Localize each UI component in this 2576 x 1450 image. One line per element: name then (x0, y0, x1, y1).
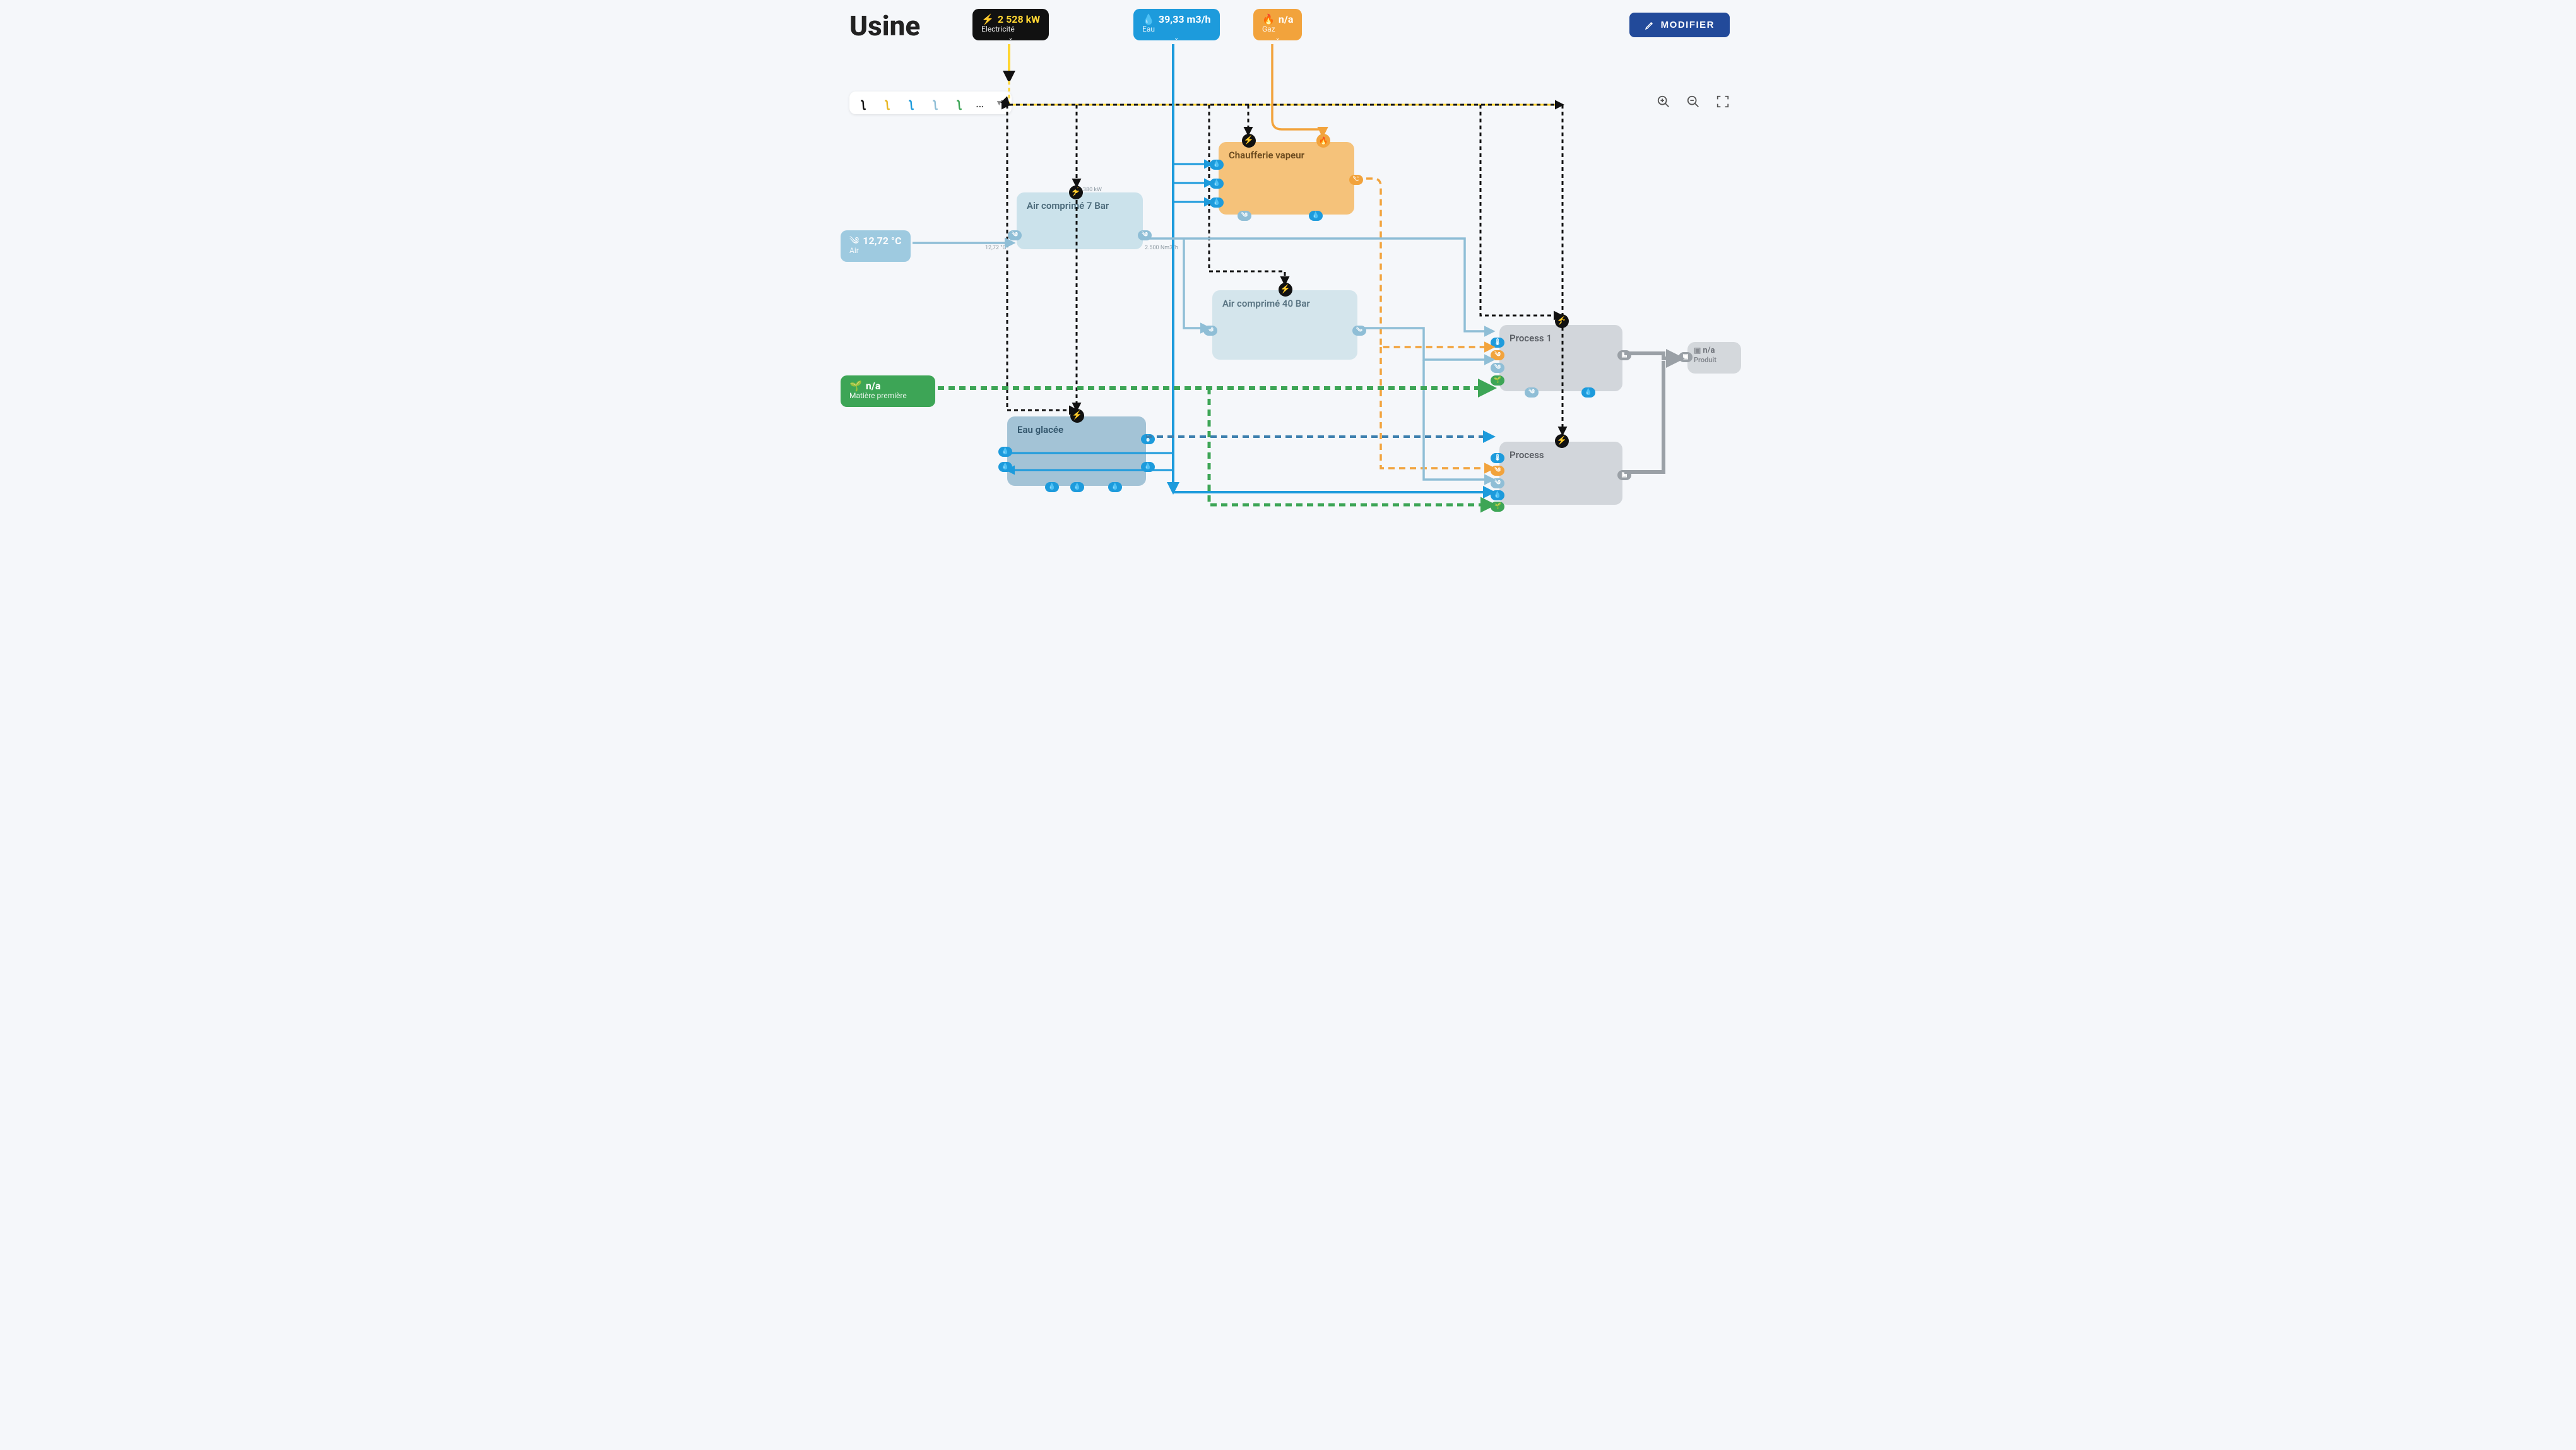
node-steam-elec-port[interactable]: ⚡ (1242, 134, 1256, 148)
edge-elec-bus-yellow (1009, 81, 1563, 105)
input-raw-material[interactable]: 🌱n/a Matière première (841, 375, 935, 407)
node-process[interactable]: Process 🌡 ༄ ༄ 💧 🌱 ▣ (1499, 442, 1622, 505)
port-ice-b3[interactable]: 💧 (1108, 482, 1122, 492)
edit-button-label: MODIFIER (1661, 20, 1715, 30)
edge-steam-proc1 (1356, 179, 1493, 347)
proc-in-water[interactable]: 🌡 (1491, 453, 1504, 463)
node-process1[interactable]: Process 1 🌡 ༄ ༄ 🌱 ༄ 💧 ▣ (1499, 325, 1622, 391)
stream-water-icon[interactable]: ʅ (905, 95, 918, 111)
edge-air40-proc1 (1359, 328, 1493, 360)
port-ice-in1[interactable]: 💧 (998, 447, 1012, 457)
node-air40-elec-port[interactable]: ⚡ (1279, 283, 1292, 297)
annotation-air7-left: 12,72 °C (985, 245, 1006, 251)
proc-in-steam[interactable]: ༄ (1491, 466, 1504, 476)
edge-air40-proc (1424, 360, 1493, 480)
more-streams-icon[interactable]: … (976, 95, 984, 110)
input-gas[interactable]: 🔥n/a Gaz ⌄ (1253, 9, 1302, 40)
pencil-icon (1645, 20, 1655, 30)
input-electricity[interactable]: ⚡2 528 kW Electricité ⌄ (972, 9, 1049, 40)
edge-gas-steam (1272, 44, 1323, 136)
flame-icon: 🔥 (1262, 14, 1275, 25)
node-air7-elec-port[interactable]: ⚡ (1069, 186, 1083, 199)
product-in[interactable]: ▣ (1679, 352, 1693, 362)
port-out-icewater[interactable]: 🌡 (1141, 434, 1155, 444)
proc-in-air[interactable]: ༄ (1491, 478, 1504, 488)
port-steam-aux[interactable]: ༄ (1238, 211, 1251, 221)
proc1-b1[interactable]: ༄ (1525, 387, 1539, 398)
edge-raw-proc (1209, 388, 1493, 505)
stream-air-icon[interactable]: ʅ (929, 95, 942, 111)
port-out-air40[interactable]: ༄ (1352, 326, 1366, 336)
proc-out[interactable]: ▣ (1617, 470, 1631, 480)
proc1-in-steam[interactable]: ༄ (1491, 350, 1504, 360)
wind-icon: ༄ (849, 235, 859, 247)
port-ice-b2[interactable]: 💧 (1070, 482, 1084, 492)
proc1-in-raw[interactable]: 🌱 (1491, 375, 1504, 386)
port-in-air40[interactable]: ༄ (1203, 326, 1217, 336)
fit-screen-icon[interactable] (1716, 95, 1730, 112)
edge-layer (830, 0, 1746, 517)
proc1-elec-port[interactable]: ⚡ (1555, 314, 1569, 328)
diagram-canvas[interactable]: Usine MODIFIER ʅ ʅ ʅ ʅ ʅ … ▼ ⚡2 528 kW E… (830, 0, 1746, 517)
palette-dropdown-icon[interactable]: ▼ (993, 98, 1005, 107)
edge-proc-product (1624, 361, 1663, 472)
proc1-in-air[interactable]: ༄ (1491, 363, 1504, 373)
zoom-in-icon[interactable] (1657, 95, 1670, 112)
chevron-down-icon: ⌄ (1275, 35, 1280, 42)
port-in-air[interactable]: ༄ (1008, 230, 1022, 240)
edge-elec-left-drop (1007, 105, 1077, 410)
port-out-steam[interactable]: ༄ (1349, 175, 1363, 185)
port-ice-b1[interactable]: 💧 (1045, 482, 1059, 492)
port-ice-out2[interactable]: 💧 (1141, 462, 1155, 472)
sprout-icon: 🌱 (849, 380, 862, 392)
stream-elec-icon[interactable]: ʅ (857, 95, 870, 111)
proc-in-ice[interactable]: 💧 (1491, 490, 1504, 500)
proc-elec-port[interactable]: ⚡ (1555, 434, 1569, 448)
node-steam-gas-port[interactable]: 🔥 (1316, 134, 1330, 148)
node-ice-water[interactable]: Eau glacée 🌡 💧 💧 💧 💧 💧 💧 (1007, 416, 1146, 486)
zoom-out-icon[interactable] (1686, 95, 1700, 112)
bolt-icon: ⚡ (981, 14, 994, 25)
proc1-b2[interactable]: 💧 (1581, 387, 1595, 398)
port-in-water[interactable]: 💧 (1210, 160, 1224, 170)
stream-raw-icon[interactable]: ʅ (953, 95, 966, 111)
port-steam-drain[interactable]: 💧 (1309, 211, 1323, 221)
chevron-down-icon: ⌄ (1174, 35, 1179, 42)
input-air[interactable]: ༄12,72 °C Air (841, 230, 911, 262)
edge-elec-proc1 (1480, 105, 1561, 315)
page-title: Usine (849, 9, 920, 42)
proc1-out[interactable]: ▣ (1617, 350, 1631, 360)
node-product[interactable]: ▣ n/a Produit ▣ (1687, 342, 1741, 374)
input-water[interactable]: 💧39,33 m3/h Eau ⌄ (1133, 9, 1220, 40)
node-air-40bar[interactable]: Air comprimé 40 Bar ༄ ༄ (1212, 290, 1357, 360)
proc-in-raw[interactable]: 🌱 (1491, 502, 1504, 512)
annotation-air7-right: 2.500 Nm3/h (1145, 245, 1178, 251)
port-out-air[interactable]: ༄ (1138, 230, 1152, 240)
port-in-cond[interactable]: 💧 (1210, 179, 1224, 189)
drop-icon: 💧 (1142, 14, 1155, 25)
edge-air7-to-air40 (1184, 239, 1209, 328)
port-in-feed[interactable]: 💧 (1210, 197, 1224, 208)
proc1-in-water[interactable]: 🌡 (1491, 338, 1504, 348)
stream-palette[interactable]: ʅ ʅ ʅ ʅ ʅ … ▼ (849, 91, 1012, 114)
node-ice-elec-port[interactable]: ⚡ (1070, 409, 1084, 423)
port-ice-in2[interactable]: 💧 (998, 462, 1012, 472)
node-steam-boiler[interactable]: Chaufferie vapeur 💧 💧 💧 ༄ ༄ 💧 (1219, 142, 1354, 215)
node-air-7bar[interactable]: Air comprimé 7 Bar ༄ ༄ (1017, 192, 1143, 249)
edge-proc1-product (1624, 353, 1681, 358)
edit-button[interactable]: MODIFIER (1629, 13, 1730, 37)
annotation-air7-top: 380 kW (1083, 187, 1102, 193)
chevron-down-icon: ⌄ (1008, 35, 1013, 42)
edge-steam-proc (1381, 347, 1493, 468)
stream-gas-icon[interactable]: ʅ (881, 95, 894, 111)
